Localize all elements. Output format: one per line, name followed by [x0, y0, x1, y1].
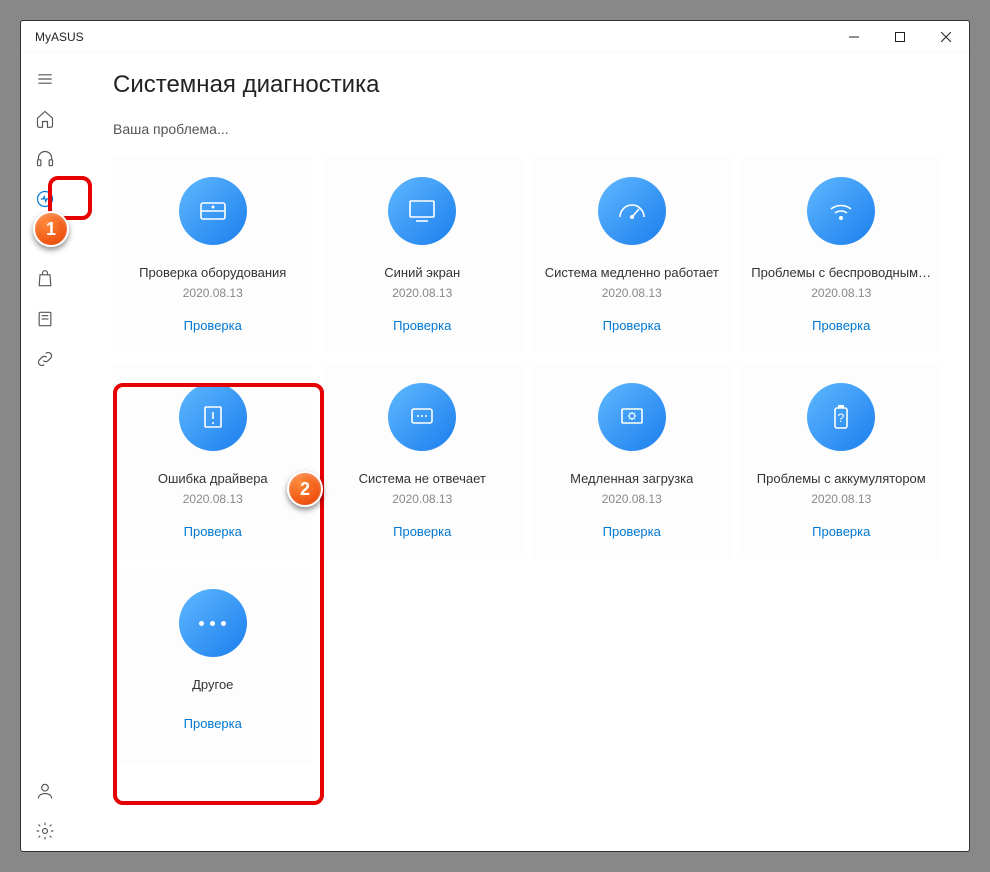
driver-error-icon [179, 383, 247, 451]
card-action[interactable]: Проверка [603, 524, 661, 539]
card-blue-screen[interactable]: Синий экран 2020.08.13 Проверка [323, 157, 523, 353]
app-window: MyASUS [20, 20, 970, 852]
card-action[interactable]: Проверка [393, 318, 451, 333]
card-date: 2020.08.13 [183, 286, 243, 300]
close-icon [941, 32, 951, 42]
sidebar-item-account[interactable] [21, 771, 69, 811]
link-icon [35, 349, 55, 369]
sidebar [21, 53, 69, 851]
hamburger-icon [35, 69, 55, 89]
shopping-bag-icon [35, 269, 55, 289]
gear-icon [35, 821, 55, 841]
card-title: Проблемы с беспроводным под... [751, 265, 931, 280]
card-other[interactable]: Другое Проверка [113, 569, 313, 765]
card-date: 2020.08.13 [392, 286, 452, 300]
loading-icon [598, 383, 666, 451]
page-title: Системная диагностика [113, 71, 941, 99]
svg-text:?: ? [838, 411, 845, 425]
user-icon [35, 781, 55, 801]
card-date: 2020.08.13 [602, 492, 662, 506]
sidebar-item-settings[interactable] [21, 811, 69, 851]
gauge-icon [598, 177, 666, 245]
annotation-marker-1: 1 [33, 211, 69, 247]
sidebar-item-link[interactable] [21, 339, 69, 379]
card-hardware-check[interactable]: Проверка оборудования 2020.08.13 Проверк… [113, 157, 313, 353]
bluescreen-icon [388, 177, 456, 245]
card-date: 2020.08.13 [183, 492, 243, 506]
card-title: Система не отвечает [359, 471, 486, 486]
no-response-icon [388, 383, 456, 451]
card-action[interactable]: Проверка [184, 716, 242, 731]
battery-icon: ? [807, 383, 875, 451]
card-title: Медленная загрузка [570, 471, 693, 486]
card-action[interactable]: Проверка [184, 318, 242, 333]
close-button[interactable] [923, 21, 969, 52]
card-title: Ошибка драйвера [158, 471, 268, 486]
activity-icon [35, 189, 55, 209]
sidebar-item-home[interactable] [21, 99, 69, 139]
page-subtitle: Ваша проблема... [113, 121, 941, 137]
maximize-icon [895, 32, 905, 42]
card-date: 2020.08.13 [392, 492, 452, 506]
sidebar-item-news[interactable] [21, 299, 69, 339]
card-wireless-problems[interactable]: Проблемы с беспроводным под... 2020.08.1… [742, 157, 942, 353]
card-title: Проверка оборудования [139, 265, 286, 280]
window-title: MyASUS [35, 30, 831, 44]
card-title: Синий экран [384, 265, 460, 280]
card-title: Другое [192, 677, 233, 692]
card-date: 2020.08.13 [811, 492, 871, 506]
document-icon [35, 309, 55, 329]
card-title: Система медленно работает [545, 265, 719, 280]
card-driver-error[interactable]: Ошибка драйвера 2020.08.13 Проверка [113, 363, 313, 559]
home-icon [35, 109, 55, 129]
hardware-icon [179, 177, 247, 245]
card-action[interactable]: Проверка [812, 318, 870, 333]
annotation-marker-2: 2 [287, 471, 323, 507]
card-not-responding[interactable]: Система не отвечает 2020.08.13 Проверка [323, 363, 523, 559]
card-slow-system[interactable]: Система медленно работает 2020.08.13 Про… [532, 157, 732, 353]
card-battery-problems[interactable]: ? Проблемы с аккумулятором 2020.08.13 Пр… [742, 363, 942, 559]
sidebar-item-store[interactable] [21, 259, 69, 299]
content: Системная диагностика Ваша проблема... П… [69, 53, 969, 851]
headset-icon [35, 149, 55, 169]
card-action[interactable]: Проверка [603, 318, 661, 333]
card-date: 2020.08.13 [811, 286, 871, 300]
body: Системная диагностика Ваша проблема... П… [21, 53, 969, 851]
card-slow-boot[interactable]: Медленная загрузка 2020.08.13 Проверка [532, 363, 732, 559]
wifi-icon [807, 177, 875, 245]
card-title: Проблемы с аккумулятором [757, 471, 926, 486]
maximize-button[interactable] [877, 21, 923, 52]
minimize-button[interactable] [831, 21, 877, 52]
card-action[interactable]: Проверка [812, 524, 870, 539]
sidebar-item-support[interactable] [21, 139, 69, 179]
card-action[interactable]: Проверка [393, 524, 451, 539]
titlebar-controls [831, 21, 969, 52]
menu-toggle-button[interactable] [21, 59, 69, 99]
minimize-icon [849, 32, 859, 42]
card-action[interactable]: Проверка [184, 524, 242, 539]
card-date: 2020.08.13 [602, 286, 662, 300]
titlebar: MyASUS [21, 21, 969, 53]
card-grid: Проверка оборудования 2020.08.13 Проверк… [113, 157, 941, 765]
more-icon [179, 589, 247, 657]
